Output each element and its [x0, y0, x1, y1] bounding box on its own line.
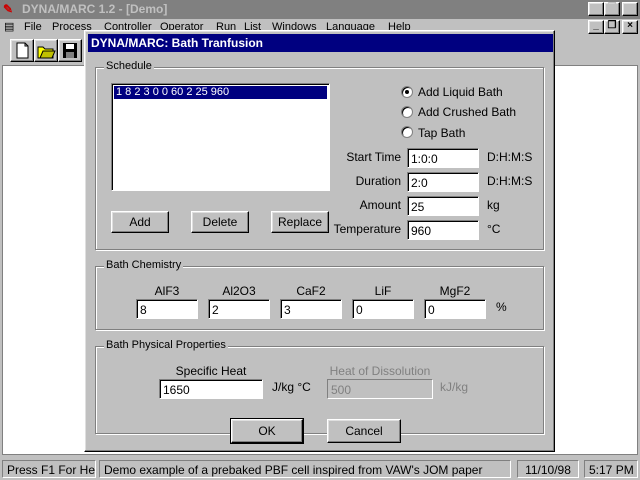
status-bar: Press F1 For Help Demo example of a preb…	[0, 458, 640, 480]
caf2-label: CaF2	[296, 284, 326, 298]
tap-bath-radio[interactable]	[401, 126, 413, 138]
menu-file[interactable]: File	[24, 21, 42, 33]
status-date: 11/10/98	[517, 460, 579, 478]
temperature-unit: °C	[487, 222, 501, 236]
mgf2-label: MgF2	[439, 284, 471, 298]
new-file-button[interactable]	[10, 39, 34, 62]
tap-bath-label: Tap Bath	[418, 126, 466, 140]
close-button[interactable]: ×	[622, 2, 638, 16]
heat-of-dissolution-label: Heat of Dissolution	[329, 364, 431, 378]
add-liquid-bath-label: Add Liquid Bath	[418, 85, 503, 99]
start-time-input[interactable]: 1:0:0	[407, 148, 479, 168]
app-icon: ✎	[3, 2, 14, 16]
status-help-text: Press F1 For Help	[2, 460, 96, 478]
bath-transfusion-dialog: DYNA/MARC: Bath Tranfusion Schedule 1 8 …	[84, 30, 555, 452]
specific-heat-input[interactable]: 1650	[159, 379, 263, 399]
amount-input[interactable]: 25	[407, 196, 479, 216]
chemistry-percent-unit: %	[496, 300, 507, 314]
lif-input[interactable]: 0	[352, 299, 414, 319]
amount-unit: kg	[487, 198, 500, 212]
schedule-group-label: Schedule	[104, 60, 154, 72]
minimize-button[interactable]: _	[588, 2, 604, 16]
document-icon: ▤	[4, 21, 15, 33]
add-crushed-bath-radio[interactable]	[401, 106, 413, 118]
open-file-button[interactable]	[34, 39, 58, 62]
dialog-title: DYNA/MARC: Bath Tranfusion	[88, 34, 553, 52]
start-time-label: Start Time	[346, 150, 401, 164]
restore-button[interactable]: ❐	[604, 2, 620, 16]
schedule-list-item[interactable]: 1 8 2 3 0 0 60 2 25 960	[114, 86, 327, 99]
start-time-unit: D:H:M:S	[487, 150, 533, 164]
al2o3-label: Al2O3	[222, 284, 256, 298]
alf3-label: AlF3	[154, 284, 180, 298]
save-disk-icon	[63, 43, 77, 58]
bath-physical-properties-group: Bath Physical Properties Specific Heat 1…	[95, 339, 544, 434]
status-time: 5:17 PM	[584, 460, 638, 478]
al2o3-input[interactable]: 2	[208, 299, 270, 319]
alf3-input[interactable]: 8	[136, 299, 198, 319]
app-title: DYNA/MARC 1.2 - [Demo]	[22, 2, 168, 16]
child-restore-button[interactable]: ❐	[604, 20, 620, 34]
save-button[interactable]	[58, 39, 82, 62]
schedule-list[interactable]: 1 8 2 3 0 0 60 2 25 960	[111, 83, 330, 191]
temperature-input[interactable]: 960	[407, 220, 479, 240]
open-folder-icon	[37, 46, 56, 59]
schedule-group: Schedule 1 8 2 3 0 0 60 2 25 960 Add Del…	[95, 60, 544, 250]
temperature-label: Temperature	[333, 222, 401, 236]
delete-button[interactable]: Delete	[191, 211, 249, 233]
specific-heat-label: Specific Heat	[175, 364, 247, 378]
add-button[interactable]: Add	[111, 211, 169, 233]
lif-label: LiF	[374, 284, 392, 298]
duration-unit: D:H:M:S	[487, 174, 533, 188]
heat-of-dissolution-unit: kJ/kg	[440, 380, 469, 394]
caf2-input[interactable]: 3	[280, 299, 342, 319]
app-title-bar: ✎ DYNA/MARC 1.2 - [Demo] _ ❐ ×	[0, 0, 640, 19]
add-liquid-bath-radio[interactable]	[401, 86, 413, 98]
bath-physical-properties-group-label: Bath Physical Properties	[104, 339, 228, 351]
duration-label: Duration	[355, 174, 401, 188]
add-crushed-bath-label: Add Crushed Bath	[418, 105, 517, 119]
bath-chemistry-group: Bath Chemistry AlF3 8 Al2O3 2 CaF2 3 LiF…	[95, 259, 544, 330]
mgf2-input[interactable]: 0	[424, 299, 486, 319]
heat-of-dissolution-input: 500	[327, 379, 433, 399]
amount-label: Amount	[359, 198, 401, 212]
cancel-button[interactable]: Cancel	[327, 419, 401, 443]
child-minimize-button[interactable]: _	[588, 20, 604, 34]
status-message: Demo example of a prebaked PBF cell insp…	[99, 460, 511, 478]
duration-input[interactable]: 2:0	[407, 172, 479, 192]
new-file-icon	[16, 42, 29, 59]
specific-heat-unit: J/kg °C	[272, 380, 311, 394]
child-close-button[interactable]: ×	[622, 20, 638, 34]
bath-chemistry-group-label: Bath Chemistry	[104, 259, 184, 271]
ok-button[interactable]: OK	[230, 418, 304, 444]
